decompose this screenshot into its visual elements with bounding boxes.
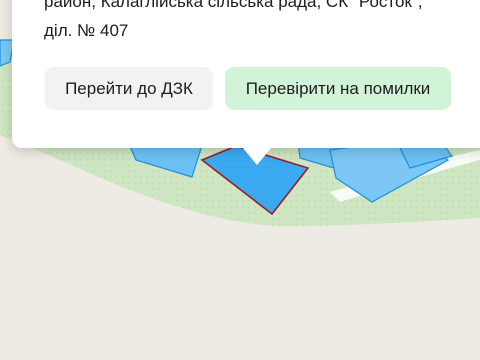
address-line-2: діл. № 407 [44,21,129,40]
parcel-address: район, Калаглійська сільська рада, СК "Р… [44,0,480,45]
parcel-info-popup: район, Калаглійська сільська рада, СК "Р… [12,0,480,148]
popup-pointer [242,147,272,165]
address-line-1: район, Калаглійська сільська рада, СК "Р… [44,0,423,11]
check-errors-button[interactable]: Перевірити на помилки [225,67,451,110]
go-to-dzk-button[interactable]: Перейти до ДЗК [45,67,213,110]
